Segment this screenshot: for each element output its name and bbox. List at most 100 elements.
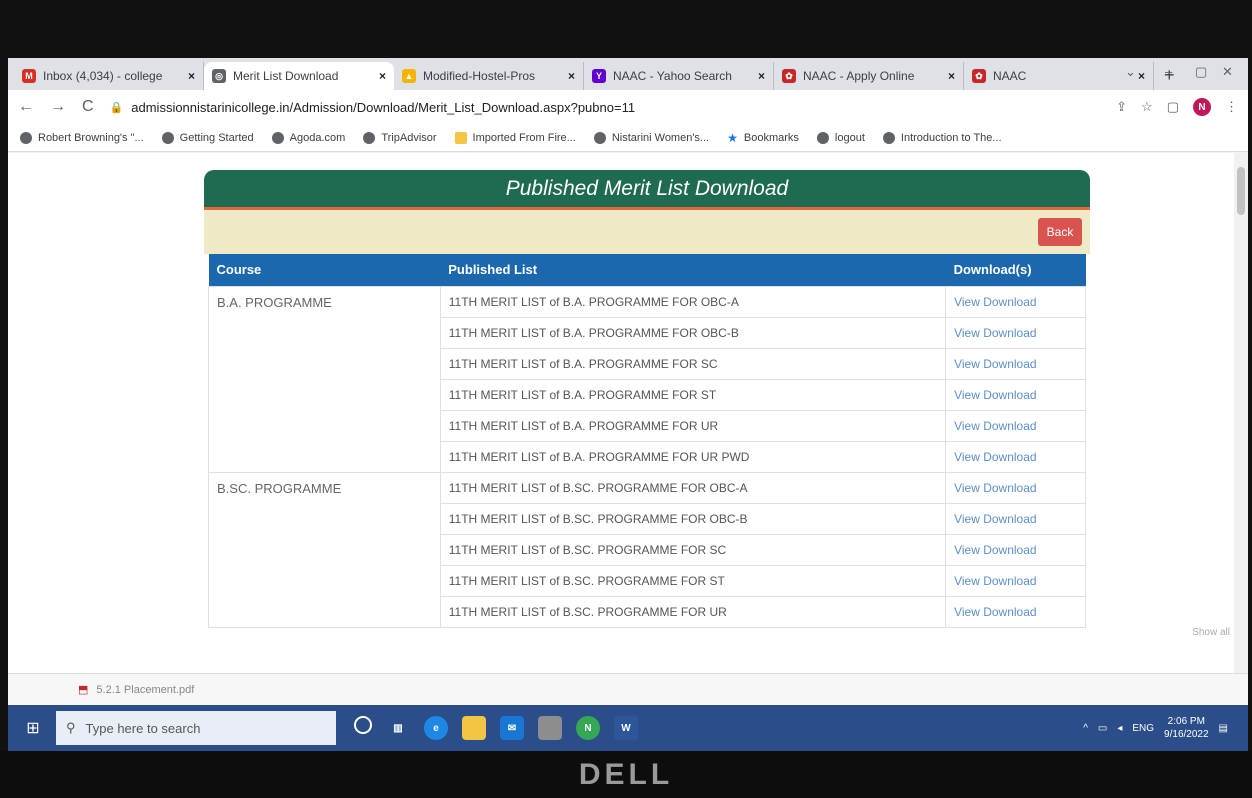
bookmark-item[interactable]: Introduction to The... [882, 131, 1002, 144]
view-download-link[interactable]: View Download [945, 502, 1086, 535]
back-arrow-icon[interactable]: ← [18, 98, 34, 116]
share-icon[interactable]: ⇪ [1116, 99, 1127, 115]
close-tab-icon[interactable]: × [948, 69, 955, 83]
address-bar[interactable]: 🔒 admissionnistarinicollege.in/Admission… [110, 100, 1117, 115]
table-row: B.SC. PROGRAMME 11TH MERIT LIST of B.SC. … [208, 471, 1086, 628]
reload-icon[interactable]: C [82, 98, 94, 116]
scrollbar-thumb[interactable] [1237, 167, 1245, 215]
published-list-cell: 11TH MERIT LIST of B.SC. PROGRAMME FOR S… [439, 564, 947, 597]
browser-tab[interactable]: Y NAAC - Yahoo Search × [584, 62, 774, 90]
view-download-link[interactable]: View Download [945, 440, 1086, 473]
column-header-published-list: Published List [440, 254, 946, 286]
page-scrollbar[interactable] [1234, 153, 1248, 673]
tray-chevron-icon[interactable]: ^ [1083, 723, 1088, 734]
file-explorer-icon[interactable] [462, 716, 486, 740]
search-placeholder: Type here to search [85, 720, 201, 736]
close-tab-icon[interactable]: × [758, 69, 765, 83]
yahoo-icon: Y [592, 69, 606, 83]
bookmark-item[interactable]: logout [816, 131, 865, 144]
calendar-icon[interactable] [538, 716, 562, 740]
close-tab-icon[interactable]: × [188, 69, 195, 83]
profile-avatar[interactable]: N [1193, 98, 1211, 116]
menu-icon[interactable]: ⋮ [1225, 99, 1238, 115]
bookmark-item[interactable]: ★ Bookmarks [727, 131, 799, 145]
tab-label: NAAC [993, 69, 1027, 83]
notification-icon[interactable]: ▤ [1219, 723, 1228, 734]
view-download-link[interactable]: View Download [945, 595, 1086, 628]
edge-icon[interactable]: e [424, 716, 448, 740]
close-tab-icon[interactable]: × [1138, 69, 1145, 83]
bookmark-item[interactable]: Getting Started [161, 131, 254, 144]
globe-icon [363, 131, 376, 144]
system-tray: ^ ▭ ◂ ENG 2:06 PM 9/16/2022 ▤ [1083, 715, 1228, 741]
globe-icon: ◎ [212, 69, 226, 83]
view-download-link[interactable]: View Download [945, 285, 1086, 318]
bookmark-label: Agoda.com [289, 131, 346, 144]
search-icon: ⚲ [66, 720, 76, 735]
star-icon: ★ [727, 130, 738, 145]
bookmark-item[interactable]: Robert Browning's "... [20, 131, 144, 144]
tab-label: Inbox (4,034) - college [43, 69, 163, 83]
monitor-brand-logo: DELL [0, 751, 1252, 798]
windows-start-icon[interactable]: ⊞ [22, 717, 44, 739]
network-icon[interactable]: ▭ [1098, 723, 1107, 734]
star-icon[interactable]: ☆ [1141, 99, 1153, 115]
bookmark-item[interactable]: TripAdvisor [363, 131, 437, 144]
downloaded-file[interactable]: 5.2.1 Placement.pdf [96, 684, 194, 696]
cortana-icon[interactable] [354, 716, 372, 734]
globe-icon [271, 131, 284, 144]
browser-toolbar: ← → C 🔒 admissionnistarinicollege.in/Adm… [8, 90, 1248, 124]
gmail-icon: M [22, 69, 36, 83]
folder-icon [454, 131, 467, 144]
browser-tab[interactable]: ✿ NAAC - Apply Online × [774, 62, 964, 90]
mail-icon[interactable]: ✉ [500, 716, 524, 740]
browser-tab[interactable]: ◎ Merit List Download × [204, 62, 394, 90]
photo-frame: M Inbox (4,034) - college × ◎ Merit List Dow… [0, 0, 1252, 798]
drive-icon: ▲ [402, 69, 416, 83]
naac-icon: ✿ [972, 69, 986, 83]
view-download-link[interactable]: View Download [945, 347, 1086, 380]
language-indicator[interactable]: ENG [1132, 723, 1154, 734]
published-list-cell: 11TH MERIT LIST of B.A. PROGRAMME FOR SC [439, 347, 947, 380]
back-button[interactable]: Back [1038, 218, 1082, 246]
view-download-link[interactable]: View Download [945, 533, 1086, 566]
page-title: Published Merit List Download [204, 170, 1090, 210]
show-all-link[interactable]: Show all [1192, 627, 1230, 638]
bookmark-label: Nistarini Women's... [611, 131, 710, 144]
word-icon[interactable]: W [614, 716, 638, 740]
view-download-link[interactable]: View Download [945, 564, 1086, 597]
bookmark-item[interactable]: Imported From Fire... [454, 131, 576, 144]
volume-icon[interactable]: ◂ [1117, 723, 1122, 734]
globe-icon [20, 131, 32, 144]
browser-tab[interactable]: ▲ Modified-Hostel-Pros × [394, 62, 584, 90]
bookmark-item[interactable]: Nistarini Women's... [593, 131, 710, 144]
close-tab-icon[interactable]: × [568, 69, 575, 83]
window-close-icon[interactable]: ✕ [1222, 64, 1233, 80]
browser-tab[interactable]: M Inbox (4,034) - college × [14, 62, 204, 90]
close-tab-icon[interactable]: × [379, 69, 386, 83]
view-download-link[interactable]: View Download [945, 471, 1086, 504]
published-list-cell: 11TH MERIT LIST of B.A. PROGRAMME FOR UR… [439, 440, 947, 473]
chevron-down-icon[interactable]: ⌄ [1125, 64, 1136, 80]
forward-arrow-icon[interactable]: → [50, 98, 66, 116]
action-bar: Back [204, 210, 1090, 254]
url-text: admissionnistarinicollege.in/Admission/D… [131, 99, 636, 115]
chrome-icon[interactable]: N [576, 716, 600, 740]
column-header-course: Course [208, 254, 441, 286]
view-download-link[interactable]: View Download [945, 409, 1086, 442]
minimize-icon[interactable]: – [1165, 64, 1172, 79]
table-header-row: Course Published List Download(s) [208, 254, 1086, 286]
task-view-icon[interactable]: ▥ [386, 716, 410, 740]
table-body: B.A. PROGRAMME 11TH MERIT LIST of B.A. PR… [208, 285, 1086, 628]
bookmark-item[interactable]: Agoda.com [271, 131, 346, 144]
sidepanel-icon[interactable]: ▢ [1167, 99, 1179, 115]
merit-list-table: Course Published List Download(s) B.A. P… [208, 254, 1086, 628]
published-list-cell: 11TH MERIT LIST of B.SC. PROGRAMME FOR O… [439, 471, 947, 504]
view-download-link[interactable]: View Download [945, 316, 1086, 349]
clock[interactable]: 2:06 PM 9/16/2022 [1164, 715, 1209, 741]
view-download-link[interactable]: View Download [945, 378, 1086, 411]
lock-icon: 🔒 [109, 101, 124, 114]
taskbar-search[interactable]: ⚲ Type here to search [56, 711, 336, 745]
maximize-icon[interactable]: ▢ [1195, 64, 1207, 80]
tab-label: NAAC - Apply Online [803, 69, 915, 83]
